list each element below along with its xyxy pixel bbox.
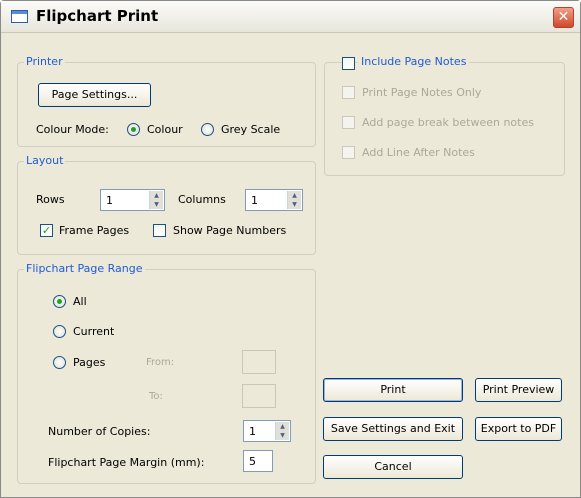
flipchart-print-dialog: Flipchart Print ✕ Printer Page Settings.…	[0, 0, 581, 498]
columns-spin-arrows[interactable]: ▲ ▼	[287, 191, 301, 209]
columns-stepper[interactable]: 1 ▲ ▼	[245, 189, 303, 211]
check-mark-icon: ✓	[41, 224, 52, 237]
print-notes-only-checkbox[interactable]	[342, 86, 355, 99]
title-bar[interactable]: Flipchart Print ✕	[1, 1, 580, 33]
spin-down-icon[interactable]: ▼	[288, 200, 301, 209]
page-range-group: Flipchart Page Range All Current Pages F…	[17, 262, 316, 484]
grey-scale-radio-label: Grey Scale	[221, 123, 281, 136]
rows-spin-arrows[interactable]: ▲ ▼	[149, 191, 163, 209]
rows-stepper[interactable]: 1 ▲ ▼	[100, 189, 165, 211]
all-pages-label: All	[73, 295, 87, 308]
window-icon	[11, 10, 28, 23]
all-pages-radio[interactable]	[53, 295, 66, 308]
print-button[interactable]: Print	[323, 378, 463, 402]
rows-label: Rows	[36, 193, 65, 206]
page-settings-button[interactable]: Page Settings...	[38, 83, 151, 107]
spin-up-icon[interactable]: ▲	[150, 191, 163, 200]
show-page-numbers-checkbox[interactable]	[153, 224, 166, 237]
pages-label: Pages	[73, 356, 106, 369]
page-break-checkbox[interactable]	[342, 116, 355, 129]
close-button[interactable]: ✕	[553, 7, 574, 28]
dialog-body: Printer Page Settings... Colour Mode: Co…	[9, 37, 574, 492]
columns-label: Columns	[178, 193, 226, 206]
spin-up-icon[interactable]: ▲	[276, 422, 289, 431]
layout-group: Layout Rows 1 ▲ ▼ Columns 1 ▲ ▼ ✓ Frame	[17, 154, 316, 255]
save-settings-button[interactable]: Save Settings and Exit	[323, 417, 463, 441]
cancel-button[interactable]: Cancel	[323, 455, 463, 479]
copies-spin-arrows[interactable]: ▲ ▼	[275, 422, 289, 440]
line-after-notes-checkbox[interactable]	[342, 146, 355, 159]
copies-value: 1	[249, 425, 256, 438]
frame-pages-label: Frame Pages	[59, 224, 130, 237]
export-pdf-button[interactable]: Export to PDF	[475, 417, 562, 441]
print-notes-only-label: Print Page Notes Only	[362, 86, 482, 99]
pages-radio[interactable]	[53, 356, 66, 369]
colour-mode-label: Colour Mode:	[36, 123, 109, 136]
include-page-notes-checkbox[interactable]	[342, 57, 355, 70]
from-label: From:	[146, 357, 175, 368]
margin-input[interactable]: 5	[243, 450, 273, 472]
printer-group: Printer Page Settings... Colour Mode: Co…	[17, 55, 316, 147]
close-icon: ✕	[557, 9, 570, 25]
page-notes-group: Include Page Notes Print Page Notes Only…	[324, 55, 565, 176]
window-title: Flipchart Print	[36, 7, 159, 25]
spin-down-icon[interactable]: ▼	[276, 431, 289, 440]
rows-value: 1	[106, 194, 113, 207]
include-page-notes-label: Include Page Notes	[358, 55, 470, 68]
show-page-numbers-label: Show Page Numbers	[173, 224, 287, 237]
copies-stepper[interactable]: 1 ▲ ▼	[243, 420, 291, 442]
to-page-input[interactable]	[242, 384, 276, 408]
from-page-input[interactable]	[242, 350, 276, 374]
layout-group-title: Layout	[24, 154, 66, 167]
frame-pages-checkbox[interactable]: ✓	[40, 224, 53, 237]
page-break-label: Add page break between notes	[362, 116, 534, 129]
colour-radio-label: Colour	[147, 123, 183, 136]
current-page-label: Current	[73, 325, 115, 338]
columns-value: 1	[251, 194, 258, 207]
copies-label: Number of Copies:	[48, 425, 151, 438]
grey-scale-radio[interactable]	[201, 123, 214, 136]
print-preview-button[interactable]: Print Preview	[475, 378, 562, 402]
spin-up-icon[interactable]: ▲	[288, 191, 301, 200]
current-page-radio[interactable]	[53, 325, 66, 338]
colour-radio[interactable]	[127, 123, 140, 136]
to-label: To:	[149, 391, 163, 402]
printer-group-title: Printer	[24, 55, 65, 68]
margin-value: 5	[249, 455, 256, 468]
margin-label: Flipchart Page Margin (mm):	[48, 456, 205, 469]
line-after-notes-label: Add Line After Notes	[362, 146, 475, 159]
spin-down-icon[interactable]: ▼	[150, 200, 163, 209]
page-range-group-title: Flipchart Page Range	[24, 262, 145, 275]
